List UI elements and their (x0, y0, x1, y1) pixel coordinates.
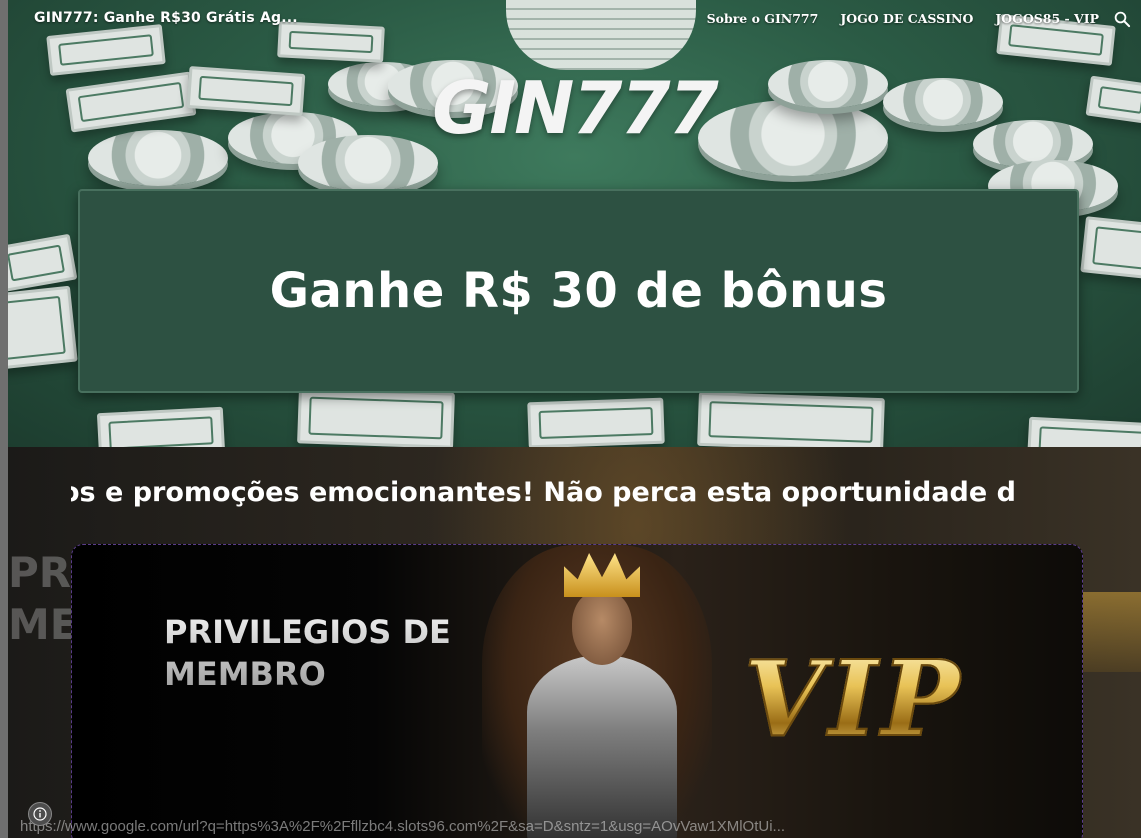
promo-section: PRI ME os e promoções emocionantes! Não … (8, 447, 1141, 838)
banner-title: Ganhe R$ 30 de bônus (269, 263, 888, 319)
window-edge (0, 0, 8, 838)
background-gold-shape (1081, 592, 1141, 672)
king-figure-image (527, 655, 677, 838)
status-bar-url: https://www.google.com/url?q=https%3A%2F… (20, 818, 786, 835)
king-head-image (572, 590, 632, 665)
money-card-image (96, 406, 226, 447)
money-card-image (297, 387, 455, 447)
vip-heading-line: MEMBRO (164, 655, 326, 693)
site-title[interactable]: GIN777: Ganhe R$30 Grátis Ag... (34, 10, 298, 26)
top-navigation: GIN777: Ganhe R$30 Grátis Ag... Sobre o … (8, 0, 1141, 38)
site-logo: GIN777 (432, 66, 718, 150)
nav-link-jogo-de-cassino[interactable]: JOGO DE CASSINO (840, 11, 973, 26)
marquee-text: os e promoções emocionantes! Não perca e… (71, 477, 1016, 508)
money-card-image (527, 397, 665, 447)
info-button[interactable] (28, 802, 52, 826)
money-card-image (8, 233, 78, 293)
vip-badge: VIP (743, 636, 964, 761)
search-icon[interactable] (1113, 10, 1131, 28)
money-card-image (1026, 416, 1141, 447)
money-card-image (8, 285, 78, 371)
main-nav: Sobre o GIN777 JOGO DE CASSINO JOGOS85 -… (707, 11, 1099, 26)
nav-link-jogos85-vip[interactable]: JOGOS85 - VIP (995, 11, 1099, 26)
nav-link-sobre[interactable]: Sobre o GIN777 (707, 11, 819, 26)
vip-heading-line: PRIVILEGIOS DE (164, 613, 451, 651)
hero-section: GIN777 Ganhe R$ 30 de bônus (8, 0, 1141, 447)
vip-heading: PRIVILEGIOS DE MEMBRO (164, 611, 451, 695)
promo-marquee: os e promoções emocionantes! Não perca e… (71, 475, 1082, 511)
info-icon (33, 807, 47, 821)
money-card-image (1080, 216, 1141, 280)
money-card-image (697, 391, 885, 447)
bonus-banner: Ganhe R$ 30 de bônus (78, 189, 1079, 393)
vip-banner[interactable]: PRIVILEGIOS DE MEMBRO VIP (71, 544, 1083, 838)
